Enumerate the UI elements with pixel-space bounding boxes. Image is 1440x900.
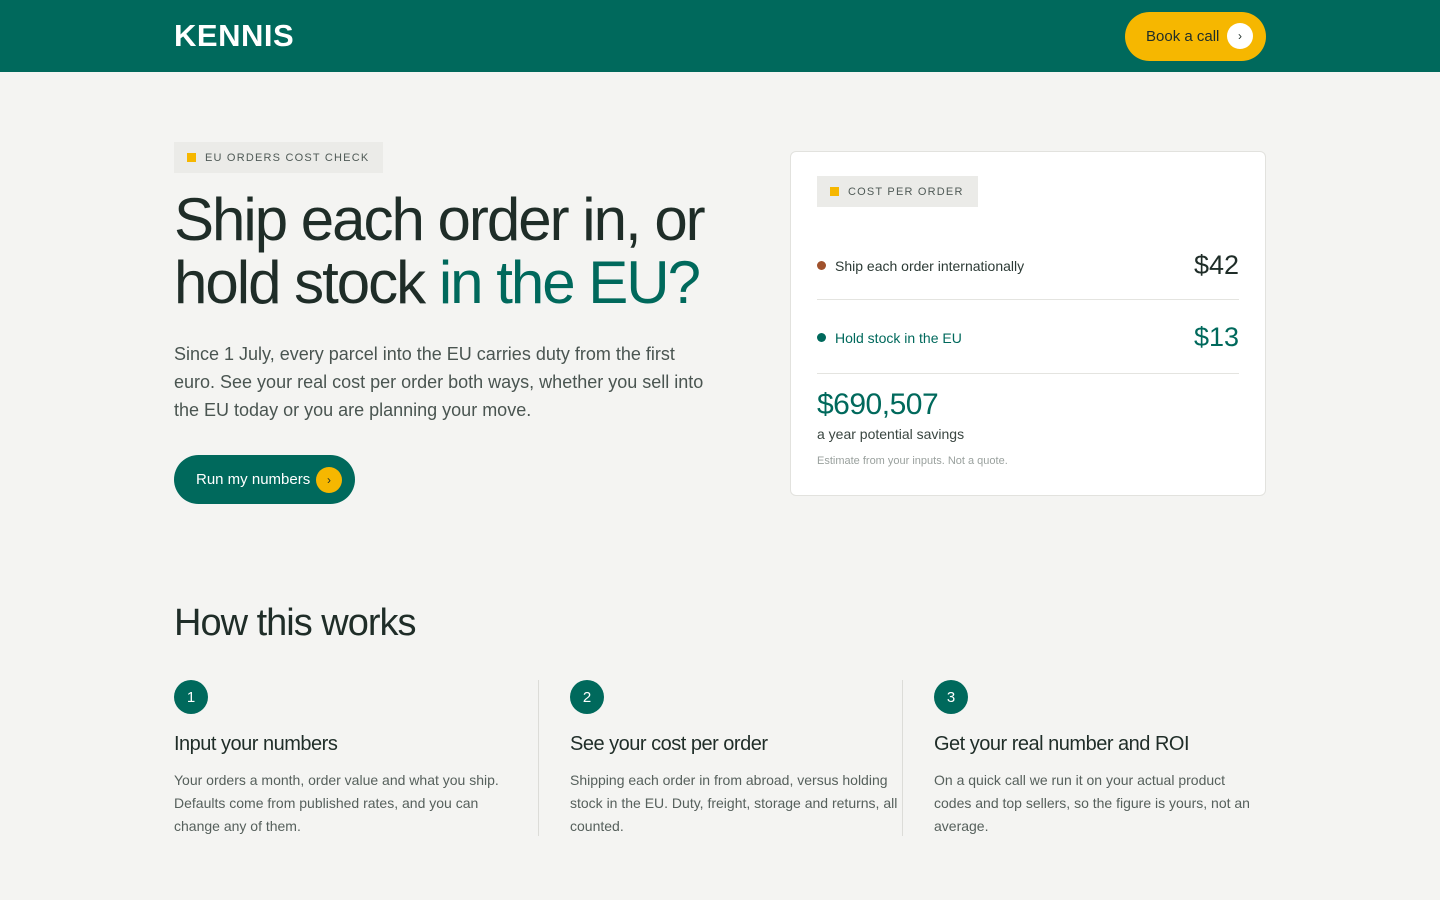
run-my-numbers-label: Run my numbers bbox=[196, 471, 311, 488]
step-number: 3 bbox=[934, 680, 968, 714]
cost-row-eu-stock: Hold stock in the EU $13 bbox=[817, 302, 1239, 374]
how-this-works-title: How this works bbox=[174, 602, 416, 644]
book-a-call-button[interactable]: Book a call › bbox=[1125, 11, 1266, 61]
estimate-fineprint: Estimate from your inputs. Not a quote. bbox=[817, 455, 1008, 467]
cost-row-label-text: Ship each order internationally bbox=[835, 257, 1025, 274]
hero-title-accent: in the EU? bbox=[438, 249, 701, 316]
chevron-right-icon: › bbox=[316, 466, 342, 493]
site-header: KENNIS Book a call › bbox=[0, 0, 1440, 72]
steps-list: 1 Input your numbers Your orders a month… bbox=[174, 680, 1266, 836]
hero-badge-label: EU ORDERS COST CHECK bbox=[205, 151, 370, 164]
cost-row-value: $42 bbox=[1193, 250, 1239, 280]
run-my-numbers-button[interactable]: Run my numbers › bbox=[174, 455, 355, 504]
card-badge: COST PER ORDER bbox=[817, 176, 978, 207]
badge-square-icon bbox=[187, 153, 196, 162]
step-text: On a quick call we run it on your actual… bbox=[934, 772, 1250, 834]
cost-row-label-text: Hold stock in the EU bbox=[835, 329, 962, 346]
cost-row-label: Ship each order internationally bbox=[817, 258, 1024, 274]
hero-badge: EU ORDERS COST CHECK bbox=[174, 142, 384, 173]
status-dot-icon bbox=[817, 261, 826, 270]
step-title: See your cost per order bbox=[570, 733, 768, 755]
step-title: Get your real number and ROI bbox=[934, 733, 1190, 755]
hero-description: Since 1 July, every parcel into the EU c… bbox=[174, 344, 704, 420]
step-text: Your orders a month, order value and wha… bbox=[174, 772, 499, 834]
hero-title: Ship each order in, or hold stock in the… bbox=[174, 188, 754, 314]
book-a-call-label: Book a call bbox=[1146, 27, 1220, 45]
card-badge-label: COST PER ORDER bbox=[848, 185, 964, 198]
savings-value: $690,507 bbox=[817, 388, 939, 421]
cost-row-value: $13 bbox=[1193, 322, 1239, 352]
status-dot-icon bbox=[817, 333, 826, 342]
step-item: 2 See your cost per order Shipping each … bbox=[538, 680, 902, 836]
step-title: Input your numbers bbox=[174, 733, 338, 755]
chevron-right-icon: › bbox=[1227, 23, 1253, 49]
step-number: 1 bbox=[174, 680, 208, 714]
savings-label: a year potential savings bbox=[817, 426, 965, 442]
logo[interactable]: KENNIS bbox=[174, 18, 294, 54]
cost-per-order-card: COST PER ORDER Ship each order internati… bbox=[790, 151, 1266, 496]
step-item: 3 Get your real number and ROI On a quic… bbox=[902, 680, 1266, 836]
cost-row-international: Ship each order internationally $42 bbox=[817, 232, 1239, 300]
step-item: 1 Input your numbers Your orders a month… bbox=[174, 680, 538, 836]
badge-square-icon bbox=[830, 187, 839, 196]
cost-row-label: Hold stock in the EU bbox=[817, 330, 962, 346]
hero-section: EU ORDERS COST CHECK Ship each order in,… bbox=[0, 72, 1440, 592]
step-number: 2 bbox=[570, 680, 604, 714]
step-text: Shipping each order in from abroad, vers… bbox=[570, 772, 898, 834]
